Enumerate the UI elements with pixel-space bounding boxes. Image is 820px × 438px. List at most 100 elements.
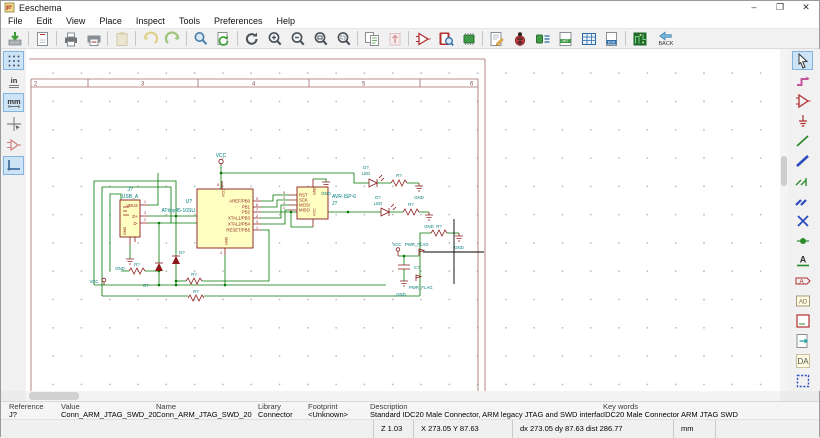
find-button[interactable]	[189, 29, 212, 48]
field-description-value: Standard IDC20 Male Connector, ARM legac…	[370, 410, 603, 419]
selection-area-tool-button[interactable]	[792, 371, 813, 390]
field-library-value: Connector	[258, 410, 293, 419]
full-crosshair-cursor-button[interactable]	[3, 114, 24, 133]
generate-bom-button[interactable]: BOM	[600, 29, 623, 48]
r2-ref: R?	[191, 272, 197, 277]
symbol-library-browser-button[interactable]	[434, 29, 457, 48]
wire-to-bus-entry-tool-button[interactable]	[792, 171, 813, 190]
edit-symbol-fields-button[interactable]	[485, 29, 508, 48]
find-replace-button[interactable]	[212, 29, 235, 48]
undo-button[interactable]	[138, 29, 161, 48]
schematic-canvas[interactable]: 2 3 4 5 6 J? USB_A VBUS D+ D- 1 3 2 GND …	[26, 49, 780, 391]
annotate-icon	[415, 31, 430, 46]
menu-preferences[interactable]: Preferences	[207, 16, 270, 26]
units-mm-button[interactable]: mm	[3, 93, 24, 112]
usb-pin-gnd: GND	[123, 226, 127, 235]
menu-inspect[interactable]: Inspect	[129, 16, 172, 26]
assign-footprints-button[interactable]	[531, 29, 554, 48]
led2-value: LED	[374, 201, 382, 206]
toolbar-separator	[357, 31, 358, 46]
schematic-drawing: 2 3 4 5 6 J? USB_A VBUS D+ D- 1 3 2 GND …	[29, 58, 486, 391]
field-value: Value Conn_ARM_JTAG_SWD_20	[61, 403, 156, 419]
units-inches-button[interactable]: in	[3, 72, 24, 91]
sheet-settings-icon	[36, 31, 48, 46]
annotate-button[interactable]	[411, 29, 434, 48]
highlight-net-tool-button[interactable]	[792, 71, 813, 90]
print-icon	[64, 32, 77, 46]
hierarchical-sheet-tool-button[interactable]	[792, 311, 813, 330]
footprint-library-browser-button[interactable]	[457, 29, 480, 48]
horizontal-scrollbar-thumb[interactable]	[29, 392, 79, 400]
sheet-settings-button[interactable]	[31, 29, 54, 48]
close-button[interactable]: ✕	[793, 1, 819, 14]
redo-button[interactable]	[161, 29, 184, 48]
hierarchy-navigator-button[interactable]	[360, 29, 383, 48]
mcu-num-4: 3	[256, 220, 258, 224]
field-value-value: Conn_ARM_JTAG_SWD_20	[61, 410, 156, 419]
zoom-out-button[interactable]	[286, 29, 309, 48]
mm-label: mm	[7, 97, 21, 106]
paste-button[interactable]	[110, 29, 133, 48]
vertical-scrollbar-thumb[interactable]	[781, 156, 787, 186]
save-button[interactable]	[3, 29, 26, 48]
vertical-scrollbar[interactable]	[780, 49, 788, 391]
net-label-tool-button[interactable]: A	[792, 251, 813, 270]
zoom-selection-button[interactable]	[332, 29, 355, 48]
svg-text:AD: AD	[798, 299, 807, 305]
symbol-fields-table-button[interactable]	[577, 29, 600, 48]
grid-toggle-button[interactable]	[3, 51, 24, 70]
no-connect-tool-button[interactable]	[792, 211, 813, 230]
generate-netlist-button[interactable]: NET	[554, 29, 577, 48]
leave-sheet-button[interactable]	[383, 29, 406, 48]
open-pcbnew-button[interactable]	[628, 29, 651, 48]
show-hidden-pins-button[interactable]	[3, 135, 24, 154]
global-label-tool-button[interactable]: A	[792, 271, 813, 290]
mm-icon: mm	[7, 97, 21, 108]
import-sheet-pin-tool-button[interactable]	[792, 331, 813, 350]
cursor-icon	[798, 52, 808, 69]
gnd-label-pwr: GND	[396, 292, 406, 297]
place-bus-tool-button[interactable]	[792, 151, 813, 170]
maximize-button[interactable]: ❐	[767, 1, 793, 14]
inches-label: in	[10, 76, 17, 85]
plot-button[interactable]	[82, 29, 105, 48]
place-symbol-tool-button[interactable]	[792, 91, 813, 110]
status-spacer	[1, 420, 373, 438]
field-library: Library Connector	[258, 403, 308, 419]
place-power-port-tool-button[interactable]	[792, 111, 813, 130]
zoom-in-button[interactable]	[263, 29, 286, 48]
menu-view[interactable]: View	[59, 16, 92, 26]
menu-edit[interactable]: Edit	[30, 16, 60, 26]
mcu-num-2: 7	[256, 208, 258, 212]
hv-wire-mode-button[interactable]	[3, 156, 24, 175]
leave-sheet-icon	[389, 32, 400, 45]
mcu-num-3: 2	[256, 214, 258, 218]
place-symbol-icon	[795, 93, 810, 108]
field-footprint: Footprint <Unknown>	[308, 403, 370, 419]
redraw-view-button[interactable]	[240, 29, 263, 48]
menu-place[interactable]: Place	[92, 16, 129, 26]
place-wire-tool-button[interactable]	[792, 131, 813, 150]
hierarchical-label-tool-button[interactable]: AD	[792, 291, 813, 310]
menu-help[interactable]: Help	[269, 16, 302, 26]
mcu-pin-4: XTAL2/PB4	[228, 222, 251, 227]
back-button[interactable]: BACK	[651, 29, 681, 49]
top-toolbar: NET BOM BACK	[1, 28, 819, 49]
print-button[interactable]	[59, 29, 82, 48]
zoom-in-icon	[268, 31, 281, 45]
open-pcbnew-icon	[633, 32, 646, 45]
zoom-fit-button[interactable]	[309, 29, 332, 48]
junction-tool-button[interactable]	[792, 231, 813, 250]
menu-tools[interactable]: Tools	[172, 16, 207, 26]
menu-file[interactable]: File	[1, 16, 30, 26]
erc-check-button[interactable]	[508, 29, 531, 48]
horizontal-scrollbar[interactable]	[26, 391, 780, 401]
minimize-button[interactable]: –	[741, 1, 767, 14]
select-tool-button[interactable]	[792, 51, 813, 70]
app-icon	[4, 2, 15, 13]
bus-to-bus-entry-tool-button[interactable]	[792, 191, 813, 210]
place-text-tool-button[interactable]: DA	[792, 351, 813, 370]
pwr-flag-label-bottom: PWR_FLAG	[409, 285, 433, 290]
status-cursor-position: X 273.05 Y 87.63	[413, 420, 512, 438]
toolbar-separator	[135, 31, 136, 46]
